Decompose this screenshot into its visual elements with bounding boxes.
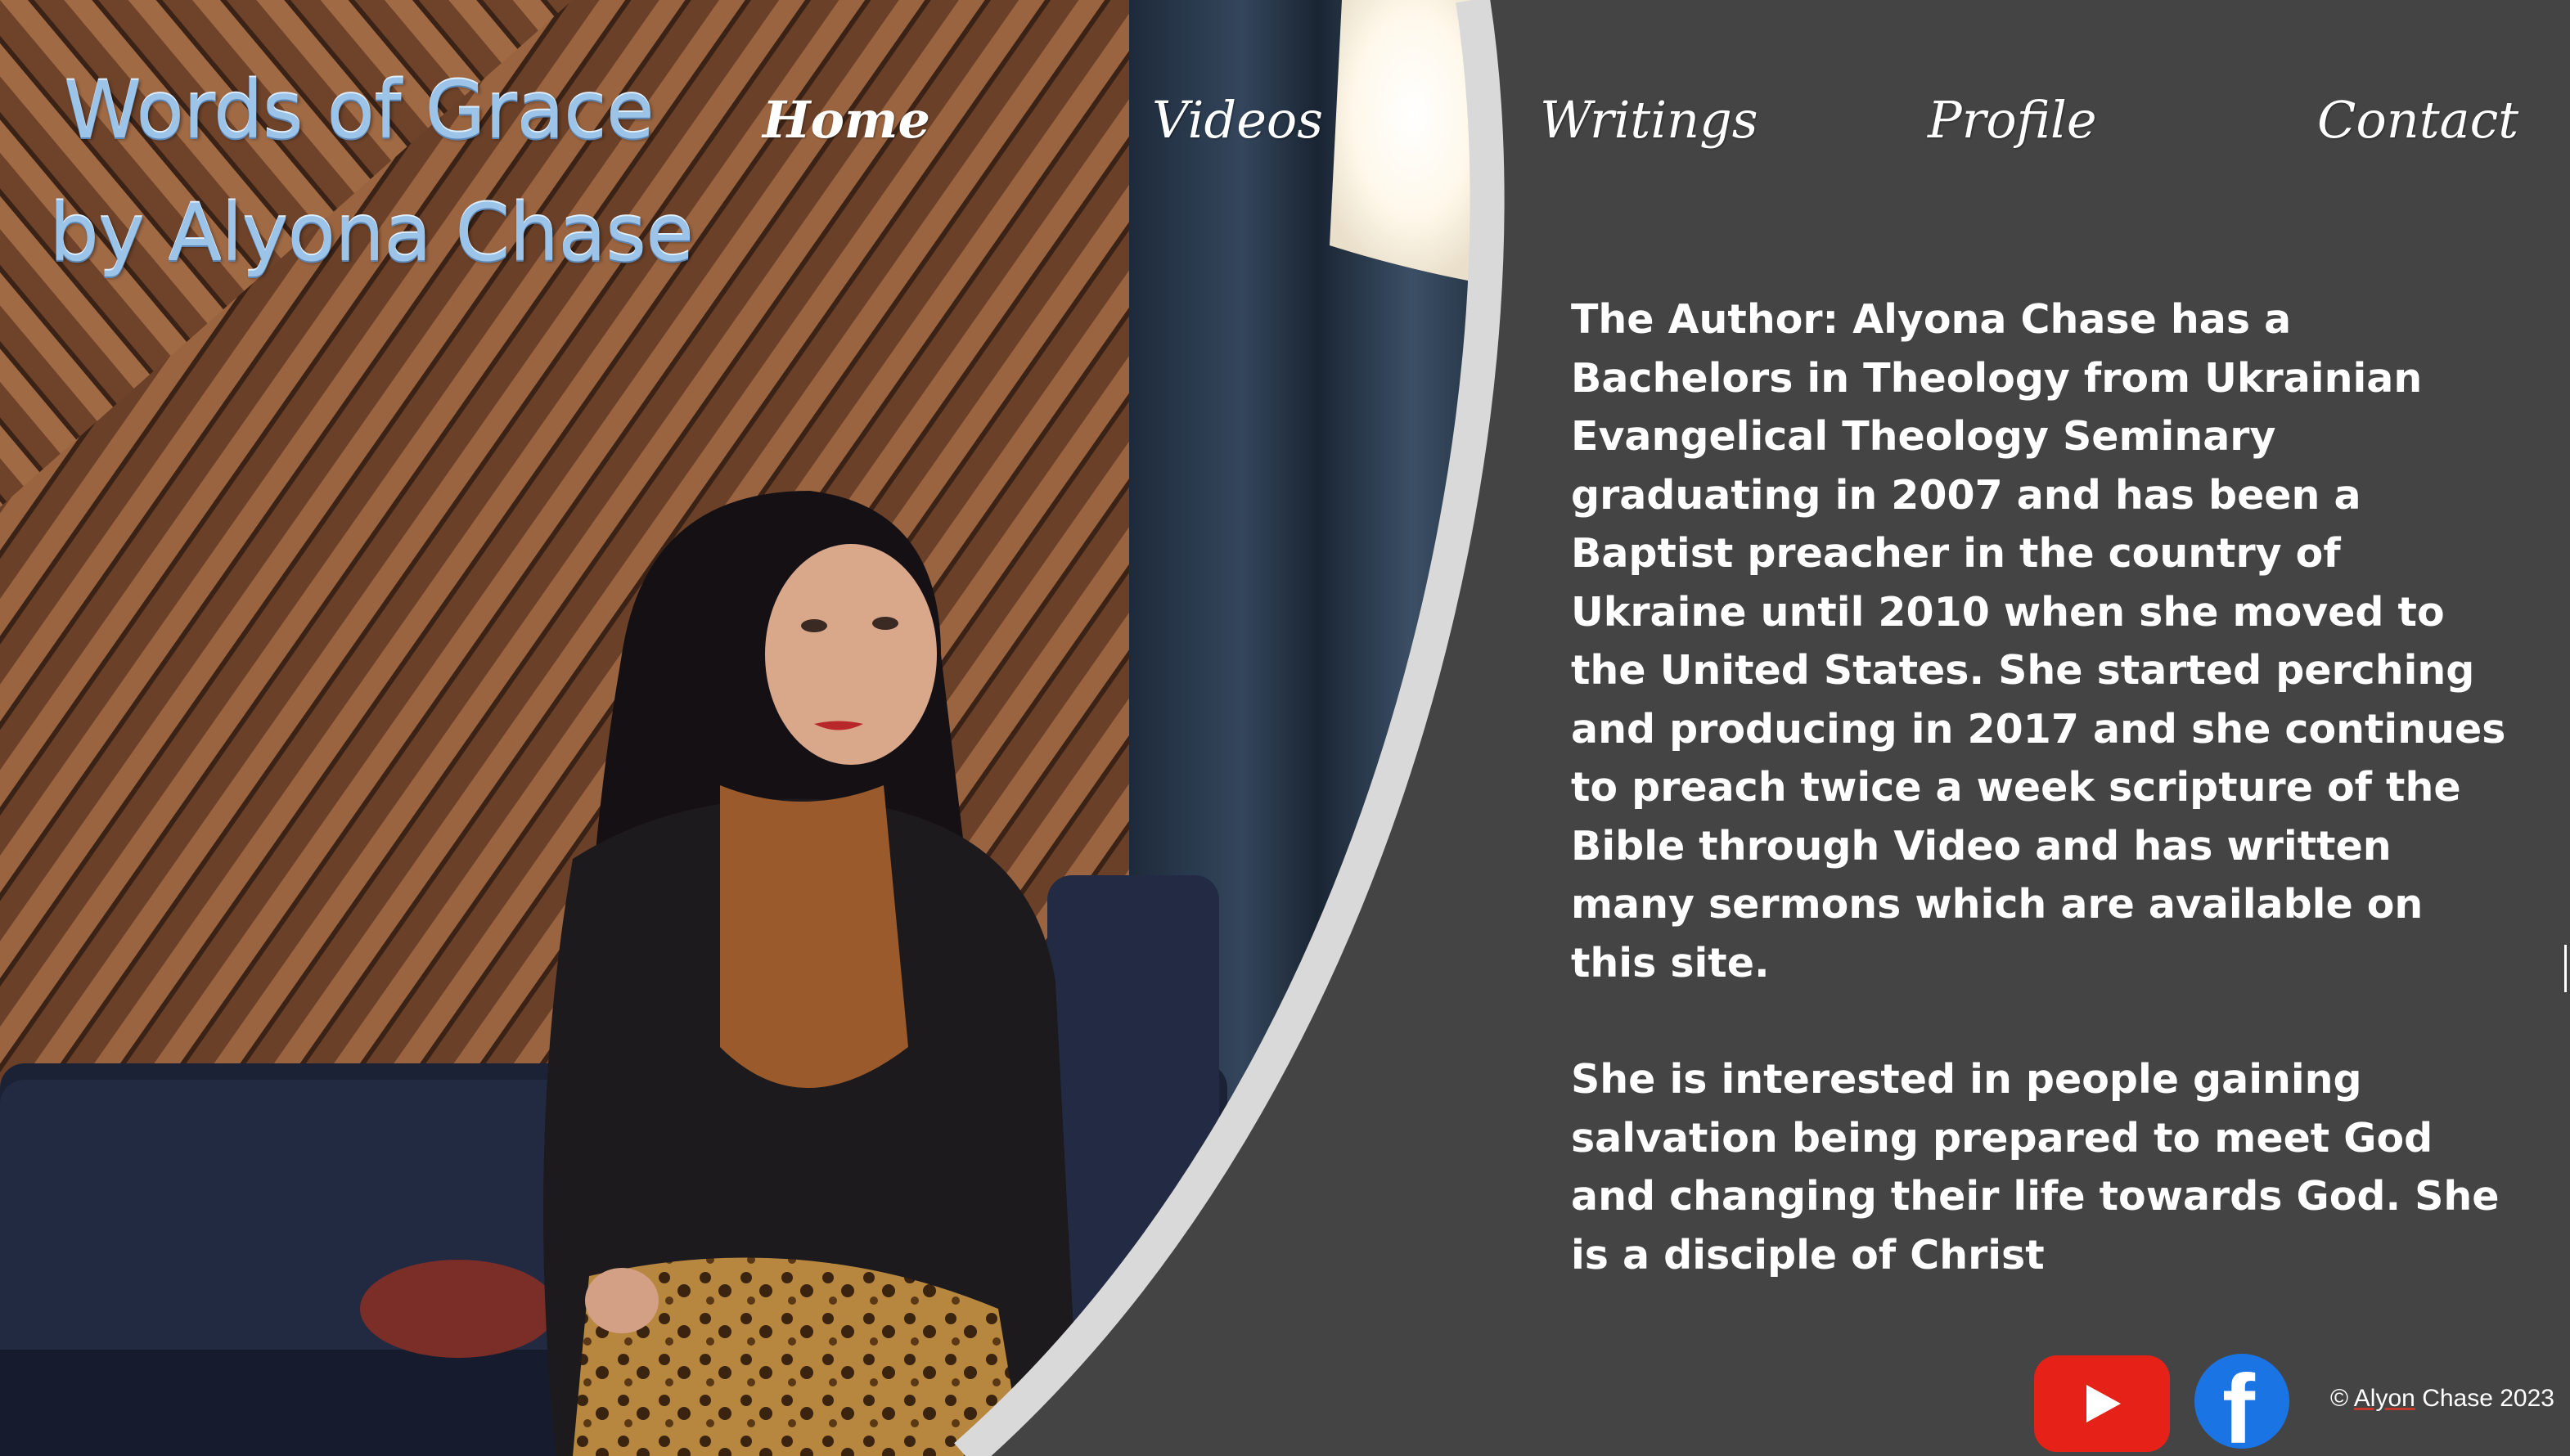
youtube-link[interactable]	[2034, 1355, 2170, 1452]
nav-profile[interactable]: Profile	[1928, 90, 2097, 155]
about-paragraph-1: The Author: Alyona Chase has a Bachelors…	[1571, 296, 2506, 986]
nav-writings[interactable]: Writings	[1540, 90, 1758, 155]
site-title-line1: Words of Grace	[64, 65, 655, 156]
text-cursor-mark	[2564, 945, 2567, 992]
nav-home[interactable]: Home	[763, 90, 930, 155]
facebook-link[interactable]: f	[2194, 1354, 2289, 1449]
about-section: The Author: Alyona Chase has a Bachelors…	[1571, 290, 2512, 1342]
nav-contact[interactable]: Contact	[2317, 90, 2518, 155]
about-paragraph-2: She is interested in people gaining salv…	[1571, 1056, 2500, 1278]
youtube-icon	[2086, 1385, 2121, 1422]
facebook-icon: f	[2222, 1355, 2255, 1449]
copyright-text: © Alyon Chase 2023	[2330, 1385, 2554, 1413]
copyright-name: Alyon	[2353, 1385, 2415, 1412]
nav-videos[interactable]: Videos	[1152, 90, 1323, 155]
copyright-rest: Chase 2023	[2422, 1385, 2554, 1412]
site-title[interactable]: Words of Grace by Alyona Chase	[49, 49, 694, 294]
site-title-line2: by Alyona Chase	[49, 187, 694, 279]
copyright-symbol: ©	[2330, 1385, 2349, 1412]
